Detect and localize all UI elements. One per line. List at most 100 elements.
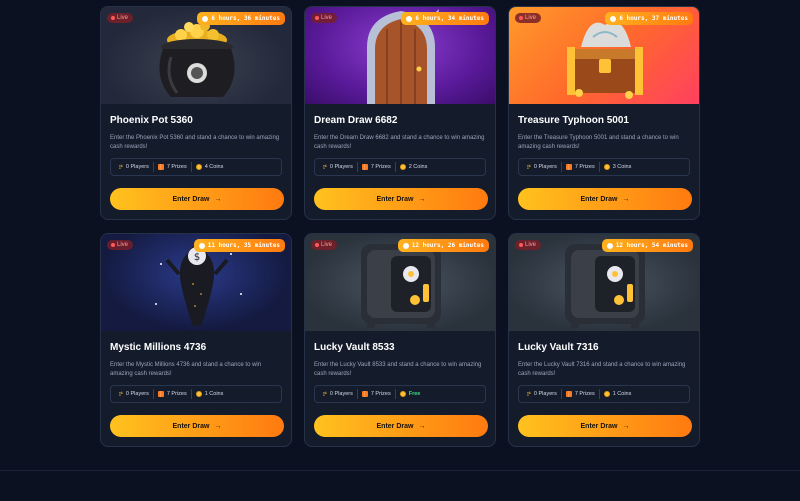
- timer-label: 12 hours, 26 minutes: [411, 242, 484, 249]
- coins-cost: 1 Coins: [612, 391, 632, 397]
- draw-title: Phoenix Pot 5360: [110, 115, 193, 126]
- live-dot-icon: [111, 16, 115, 20]
- live-badge: Live: [515, 240, 542, 250]
- enter-draw-button[interactable]: Enter Draw →: [110, 188, 284, 210]
- enter-draw-label: Enter Draw: [376, 422, 414, 430]
- players-icon: ⁝¹: [527, 391, 531, 398]
- timer-badge: 6 hours, 36 minutes: [197, 12, 285, 25]
- live-dot-icon: [519, 243, 523, 247]
- arrow-right-icon: →: [622, 195, 630, 203]
- live-label: Live: [321, 242, 333, 248]
- gift-icon: [157, 391, 164, 397]
- enter-draw-label: Enter Draw: [580, 422, 618, 430]
- enter-draw-button[interactable]: Enter Draw →: [314, 415, 488, 437]
- coins-cost: 3 Coins: [612, 164, 632, 170]
- draw-stats: ⁝¹ 0 Players 7 Prizes 2 Coins: [314, 158, 486, 176]
- live-dot-icon: [315, 243, 319, 247]
- arrow-right-icon: →: [622, 422, 630, 430]
- live-badge: Live: [515, 13, 542, 23]
- enter-draw-button[interactable]: Enter Draw →: [518, 415, 692, 437]
- svg-text:$: $: [194, 252, 200, 263]
- prizes-count: 7 Prizes: [574, 391, 595, 397]
- players-icon: ⁝¹: [527, 164, 531, 171]
- timer-label: 6 hours, 37 minutes: [619, 15, 688, 22]
- players-count: 0 Players: [533, 164, 557, 170]
- live-label: Live: [525, 242, 537, 248]
- coins-cost: Free: [408, 391, 421, 397]
- players-count: 0 Players: [125, 164, 149, 170]
- draw-image: Live 6 hours, 34 minutes: [305, 7, 495, 104]
- draw-title: Mystic Millions 4736: [110, 342, 207, 353]
- timer-badge: 12 hours, 26 minutes: [397, 239, 489, 252]
- live-dot-icon: [111, 243, 115, 247]
- draw-stats: ⁝¹ 0 Players 7 Prizes Free: [314, 385, 486, 403]
- players-icon: ⁝¹: [323, 164, 327, 171]
- clock-icon: [406, 15, 413, 22]
- draw-card[interactable]: Live 12 hours, 54 minutes Lucky Vault 73…: [508, 233, 700, 447]
- timer-badge: 6 hours, 34 minutes: [401, 12, 489, 25]
- draw-title: Lucky Vault 7316: [518, 342, 599, 353]
- draw-stats: ⁝¹ 0 Players 7 Prizes 3 Coins: [518, 158, 690, 176]
- coin-icon: [195, 391, 202, 397]
- live-label: Live: [321, 15, 333, 21]
- draw-title: Treasure Typhoon 5001: [518, 115, 629, 126]
- live-badge: Live: [311, 240, 338, 250]
- coin-icon: [603, 164, 610, 170]
- timer-label: 12 hours, 54 minutes: [615, 242, 688, 249]
- prizes-count: 7 Prizes: [166, 164, 187, 170]
- timer-label: 11 hours, 35 minutes: [207, 242, 280, 249]
- draw-card[interactable]: Live 6 hours, 34 minutes Dream Draw 6682…: [304, 6, 496, 220]
- arrow-right-icon: →: [418, 195, 426, 203]
- draw-image: Live 6 hours, 37 minutes: [509, 7, 699, 104]
- arrow-right-icon: →: [214, 195, 222, 203]
- players-icon: ⁝¹: [119, 391, 123, 398]
- enter-draw-button[interactable]: Enter Draw →: [314, 188, 488, 210]
- live-badge: Live: [311, 13, 338, 23]
- coin-icon: [399, 391, 406, 397]
- enter-draw-label: Enter Draw: [172, 422, 210, 430]
- clock-icon: [610, 15, 617, 22]
- timer-label: 6 hours, 36 minutes: [211, 15, 280, 22]
- gift-icon: [361, 164, 368, 170]
- enter-draw-label: Enter Draw: [172, 195, 210, 203]
- draw-card[interactable]: Live 12 hours, 26 minutes Lucky Vault 85…: [304, 233, 496, 447]
- draw-card[interactable]: $ Live 11 hours, 35 minutes Mystic Milli…: [100, 233, 292, 447]
- draw-image: Live 12 hours, 26 minutes: [305, 234, 495, 331]
- coins-cost: 4 Coins: [204, 164, 224, 170]
- players-count: 0 Players: [329, 164, 353, 170]
- draws-grid: Live 6 hours, 36 minutes Phoenix Pot 536…: [100, 6, 700, 447]
- draw-description: Enter the Phoenix Pot 5360 and stand a c…: [110, 135, 280, 150]
- draw-image: Live 6 hours, 36 minutes: [101, 7, 291, 104]
- footer-divider: [0, 470, 800, 471]
- prizes-count: 7 Prizes: [574, 164, 595, 170]
- draw-card[interactable]: Live 6 hours, 37 minutes Treasure Typhoo…: [508, 6, 700, 220]
- prizes-count: 7 Prizes: [166, 391, 187, 397]
- live-label: Live: [117, 242, 129, 248]
- live-dot-icon: [315, 16, 319, 20]
- clock-icon: [198, 242, 205, 249]
- players-count: 0 Players: [125, 391, 149, 397]
- arrow-right-icon: →: [418, 422, 426, 430]
- arrow-right-icon: →: [214, 422, 222, 430]
- live-label: Live: [525, 15, 537, 21]
- draw-stats: ⁝¹ 0 Players 7 Prizes 1 Coins: [518, 385, 690, 403]
- players-icon: ⁝¹: [119, 164, 123, 171]
- clock-icon: [606, 242, 613, 249]
- timer-badge: 6 hours, 37 minutes: [605, 12, 693, 25]
- players-count: 0 Players: [329, 391, 353, 397]
- coin-icon: [195, 164, 202, 170]
- draw-title: Dream Draw 6682: [314, 115, 398, 126]
- timer-label: 6 hours, 34 minutes: [415, 15, 484, 22]
- gift-icon: [157, 164, 164, 170]
- prizes-count: 7 Prizes: [370, 164, 391, 170]
- enter-draw-button[interactable]: Enter Draw →: [518, 188, 692, 210]
- draw-description: Enter the Treasure Typhoon 5001 and stan…: [518, 135, 679, 150]
- draw-description: Enter the Dream Draw 6682 and stand a ch…: [314, 135, 485, 150]
- draw-stats: ⁝¹ 0 Players 7 Prizes 1 Coins: [110, 385, 282, 403]
- clock-icon: [402, 242, 409, 249]
- draw-card[interactable]: Live 6 hours, 36 minutes Phoenix Pot 536…: [100, 6, 292, 220]
- draw-image: $ Live 11 hours, 35 minutes: [101, 234, 291, 331]
- coin-icon: [399, 164, 406, 170]
- enter-draw-button[interactable]: Enter Draw →: [110, 415, 284, 437]
- draw-stats: ⁝¹ 0 Players 7 Prizes 4 Coins: [110, 158, 282, 176]
